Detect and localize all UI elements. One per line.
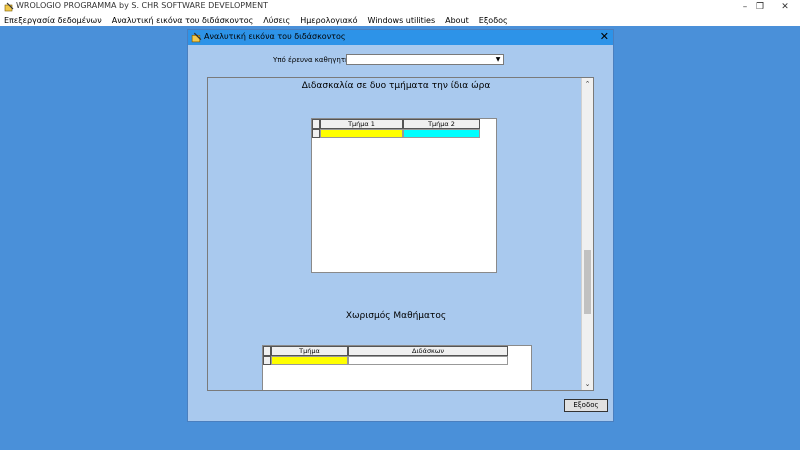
lesson-split-grid[interactable]: Τμήμα Διδάσκων <box>262 345 532 390</box>
scroll-up-icon[interactable]: ⌃ <box>582 79 593 89</box>
professor-select[interactable]: ▼ <box>346 54 504 65</box>
vertical-scrollbar[interactable]: ⌃ ⌄ <box>581 78 593 390</box>
row-header[interactable] <box>263 356 271 365</box>
professor-label: Υπό έρευνα καθηγητής: <box>273 56 356 64</box>
close-window-button[interactable]: ✕ <box>770 0 800 14</box>
row-header[interactable] <box>312 129 320 138</box>
teacher-overview-dialog: Αναλυτική εικόνα του διδάσκοντος ✕ Υπό έ… <box>187 29 614 422</box>
grid-header-col1[interactable]: Τμήμα 1 <box>320 119 403 129</box>
pencil-book-icon <box>191 32 202 43</box>
report-scroll-panel[interactable]: Διδασκαλία σε δυο τμήματα την ίδια ώρα Τ… <box>207 77 594 391</box>
exit-button[interactable]: Εξοδος <box>564 399 608 412</box>
grid-corner <box>263 346 271 356</box>
menu-solutions[interactable]: Λύσεις <box>258 16 295 25</box>
section-lesson-split-title: Χωρισμός Μαθήματος <box>345 311 447 321</box>
scrollbar-thumb[interactable] <box>584 250 591 314</box>
menu-data-editing[interactable]: Επεξεργασία δεδομένων <box>0 16 107 25</box>
grid-cell[interactable] <box>271 356 348 365</box>
grid-header-col2[interactable]: Τμήμα 2 <box>403 119 480 129</box>
menu-windows-utilities[interactable]: Windows utilities <box>363 16 441 25</box>
menu-bar: Επεξεργασία δεδομένων Αναλυτική εικόνα τ… <box>0 14 800 26</box>
dialog-title: Αναλυτική εικόνα του διδάσκοντος <box>204 32 346 41</box>
menu-exit[interactable]: Εξοδος <box>474 16 513 25</box>
dialog-titlebar: Αναλυτική εικόνα του διδάσκοντος ✕ <box>188 30 613 45</box>
grid-header-teacher[interactable]: Διδάσκων <box>348 346 508 356</box>
grid-header-section[interactable]: Τμήμα <box>271 346 348 356</box>
scroll-down-icon[interactable]: ⌄ <box>582 379 593 389</box>
same-hour-grid[interactable]: Τμήμα 1 Τμήμα 2 <box>311 118 497 273</box>
grid-cell[interactable] <box>348 356 508 365</box>
pencil-book-icon <box>4 2 14 12</box>
app-titlebar: WROLOGIO PROGRAMMA by S. CHR SOFTWARE DE… <box>0 0 800 14</box>
section-same-hour-title: Διδασκαλία σε δυο τμήματα την ίδια ώρα <box>301 81 491 91</box>
close-icon[interactable]: ✕ <box>600 30 609 43</box>
menu-teacher-overview[interactable]: Αναλυτική εικόνα του διδάσκοντος <box>107 16 259 25</box>
grid-cell[interactable] <box>320 129 403 138</box>
grid-cell[interactable] <box>403 129 480 138</box>
chevron-down-icon[interactable]: ▼ <box>494 56 502 63</box>
grid-corner <box>312 119 320 129</box>
menu-calendar[interactable]: Ημερολογιακό <box>295 16 362 25</box>
menu-about[interactable]: About <box>440 16 474 25</box>
app-title: WROLOGIO PROGRAMMA by S. CHR SOFTWARE DE… <box>16 1 268 10</box>
